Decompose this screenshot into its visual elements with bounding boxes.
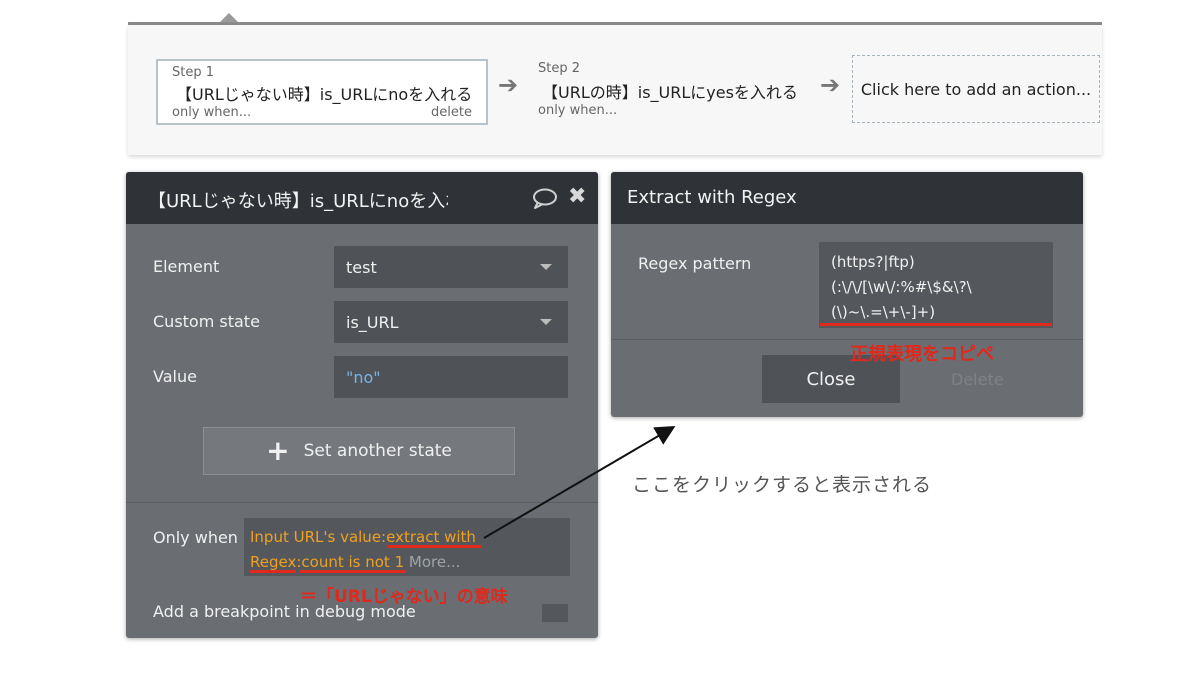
custom-state-label: Custom state [153,312,260,331]
condition-line-2: Regex:count is not 1 More... [250,553,460,571]
action-panel-header: 【URLじゃない時】is_URLにnoを入れる ✖ [126,172,598,224]
condition-source: Input URL's value: [250,528,387,546]
condition-regex: Regex: [250,553,302,571]
value-expression: "no" [346,368,381,387]
step-1-label: Step 1 [172,65,215,80]
click-note: ここをクリックすると表示される [632,474,933,496]
regex-pattern-input[interactable]: (https?|ftp) (:\/\/[\w\/:%#\$&\?\ (\)~\.… [819,242,1053,328]
copy-note: 正規表現をコピペ [850,344,994,365]
step-2-title: 【URLの時】is_URLにyesを入れる [542,83,798,102]
add-action-button[interactable]: Click here to add an action... [852,55,1100,123]
value-field[interactable]: "no" [334,356,568,398]
action-panel: 【URLじゃない時】is_URLにnoを入れる ✖ Element test C… [126,172,598,638]
regex-line: (\)~\.=\+\-]+) [831,303,936,321]
custom-state-value: is_URL [346,313,399,332]
step-1-delete[interactable]: delete [431,105,472,120]
workflow-strip: Step 1 【URLじゃない時】is_URLにnoを入れる only when… [128,25,1102,155]
step-2-only-when[interactable]: only when... [538,103,617,118]
condition-underline [388,545,481,548]
condition-line-1: Input URL's value:extract with [250,528,476,546]
step-1-only-when[interactable]: only when... [172,105,251,120]
only-when-label: Only when [153,528,238,547]
regex-line: (:\/\/[\w\/:%#\$&\?\ [831,278,972,296]
chevron-down-icon [540,264,552,270]
regex-panel-title: Extract with Regex [627,187,797,208]
element-value: test [346,258,377,277]
chevron-down-icon [540,319,552,325]
regex-panel: Extract with Regex Regex pattern (https?… [611,172,1083,417]
set-another-state-button[interactable]: + Set another state [203,427,515,475]
action-panel-title: 【URLじゃない時】is_URLにnoを入れる [148,191,448,212]
condition-count: count is not 1 [301,553,405,571]
step-1-card[interactable]: Step 1 【URLじゃない時】is_URLにnoを入れる only when… [156,59,488,125]
regex-panel-header: Extract with Regex [611,172,1083,224]
divider [126,502,598,503]
workflow-notch [220,13,238,22]
condition-underline [250,570,296,573]
condition-more-link[interactable]: More... [409,553,461,571]
close-icon[interactable]: ✖ [568,186,586,208]
element-dropdown[interactable]: test [334,246,568,288]
regex-pattern-label: Regex pattern [638,254,752,273]
element-label: Element [153,257,220,276]
regex-line: (https?|ftp) [831,253,915,271]
step-1-title: 【URLじゃない時】is_URLにnoを入れる [176,85,473,104]
delete-button[interactable]: Delete [951,370,1004,389]
step-2-label: Step 2 [538,61,581,76]
value-label: Value [153,367,197,386]
regex-underline [820,323,1052,326]
condition-underline [300,570,406,573]
arrow-right-icon: ➔ [820,71,841,99]
comment-icon[interactable] [532,188,558,214]
custom-state-dropdown[interactable]: is_URL [334,301,568,343]
step-2-card[interactable]: Step 2 【URLの時】is_URLにyesを入れる only when..… [536,61,836,127]
meaning-note: ＝「URLじゃない」の意味 [300,587,508,607]
set-another-state-label: Set another state [303,441,452,461]
breakpoint-checkbox[interactable] [542,604,568,622]
condition-operator[interactable]: extract with [386,528,476,546]
arrow-right-icon: ➔ [498,71,519,99]
divider [611,339,1083,340]
plus-icon: + [266,434,290,467]
